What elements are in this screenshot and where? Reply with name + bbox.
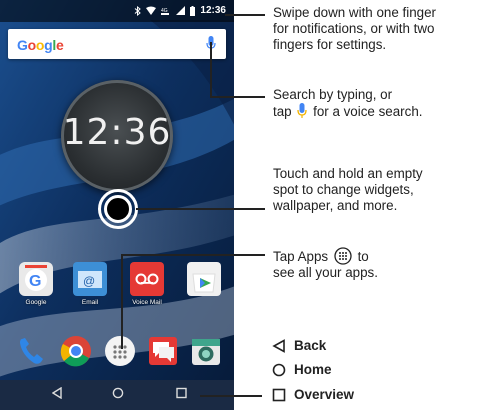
- callout-apps-prefix: Tap Apps: [273, 249, 329, 264]
- home-icon: [272, 363, 286, 376]
- callout-swipe: Swipe down with one finger for notificat…: [273, 5, 436, 53]
- signal-icon: [176, 6, 186, 15]
- callout-touch-line2: spot to change widgets,: [273, 182, 414, 197]
- email-icon: @: [73, 262, 107, 296]
- overview-icon: [272, 388, 286, 401]
- app-play-store[interactable]: [182, 262, 226, 296]
- callout-search-line2: tap for a voice search.: [273, 103, 423, 120]
- callout-line-apps-h: [121, 254, 265, 256]
- legend-overview: Overview: [272, 387, 354, 402]
- overview-nav-icon[interactable]: [176, 387, 187, 399]
- callout-apps-line2: see all your apps.: [273, 265, 378, 280]
- phone-icon[interactable]: [16, 335, 48, 367]
- clock-time: 12:36: [62, 112, 172, 153]
- callout-touch-line3: wallpaper, and more.: [273, 198, 398, 213]
- play-store-icon: [187, 262, 221, 296]
- lte-icon: 4G: [161, 8, 170, 15]
- touch-indicator-dot: [104, 195, 132, 223]
- callout-line-search-v: [210, 42, 212, 98]
- callout-apps: Tap Apps to see all your apps.: [273, 247, 378, 281]
- callout-apps-line1: Tap Apps to: [273, 247, 378, 265]
- legend-home: Home: [272, 362, 332, 377]
- camera-icon[interactable]: [190, 335, 222, 367]
- callout-touch-line1: Touch and hold an empty: [273, 166, 423, 181]
- navigation-bar: [0, 380, 234, 410]
- status-time: 12:36: [200, 5, 226, 16]
- svg-text:@: @: [83, 274, 95, 288]
- callout-line-swipe: [225, 14, 265, 16]
- google-logo: Google: [17, 37, 64, 53]
- callout-line-search-h: [210, 96, 265, 98]
- app-voicemail[interactable]: Voice Mail: [125, 262, 169, 306]
- callout-touch: Touch and hold an empty spot to change w…: [273, 166, 423, 214]
- callout-search-line1: Search by typing, or: [273, 87, 393, 102]
- app-email[interactable]: @ Email: [68, 262, 112, 306]
- app-label: Email: [81, 299, 99, 306]
- legend-back-label: Back: [294, 338, 327, 353]
- app-label: Voice Mail: [132, 299, 162, 306]
- callout-line-touch: [136, 208, 265, 210]
- callout-swipe-line1: Swipe down with one finger: [273, 5, 437, 20]
- app-label: Google: [25, 299, 47, 306]
- back-icon: [272, 338, 285, 353]
- wifi-icon: [146, 6, 157, 15]
- callout-line-apps-v: [121, 254, 123, 349]
- google-search-bar[interactable]: Google: [8, 29, 226, 59]
- back-nav-icon[interactable]: [52, 387, 62, 399]
- apps-icon: [334, 247, 352, 265]
- home-nav-icon[interactable]: [112, 387, 124, 399]
- status-bar[interactable]: 4G 12:36: [0, 0, 234, 22]
- voicemail-icon: [130, 262, 164, 296]
- chrome-icon[interactable]: [60, 335, 92, 367]
- messages-icon[interactable]: [147, 335, 179, 367]
- google-icon: G: [19, 262, 53, 296]
- callout-search-tap: tap: [273, 104, 292, 119]
- callout-line-overview: [200, 395, 262, 397]
- legend-back: Back: [272, 338, 326, 353]
- bluetooth-icon: [135, 5, 142, 16]
- callout-search: Search by typing, or tap for a voice sea…: [273, 87, 423, 120]
- callout-swipe-line2: for notifications, or with two: [273, 21, 435, 36]
- callout-swipe-line3: fingers for settings.: [273, 37, 387, 52]
- callout-search-rest: for a voice search.: [313, 104, 423, 119]
- svg-text:G: G: [29, 273, 41, 290]
- legend-home-label: Home: [294, 362, 332, 377]
- legend-overview-label: Overview: [294, 387, 355, 402]
- battery-icon: [190, 5, 196, 16]
- app-google[interactable]: G Google: [14, 262, 58, 306]
- mic-icon: [297, 103, 308, 118]
- phone-screen: 4G 12:36 Google 12:36 G Google @ Email V…: [0, 0, 234, 410]
- apps-icon[interactable]: [104, 335, 136, 367]
- callout-apps-suffix: to: [357, 249, 369, 264]
